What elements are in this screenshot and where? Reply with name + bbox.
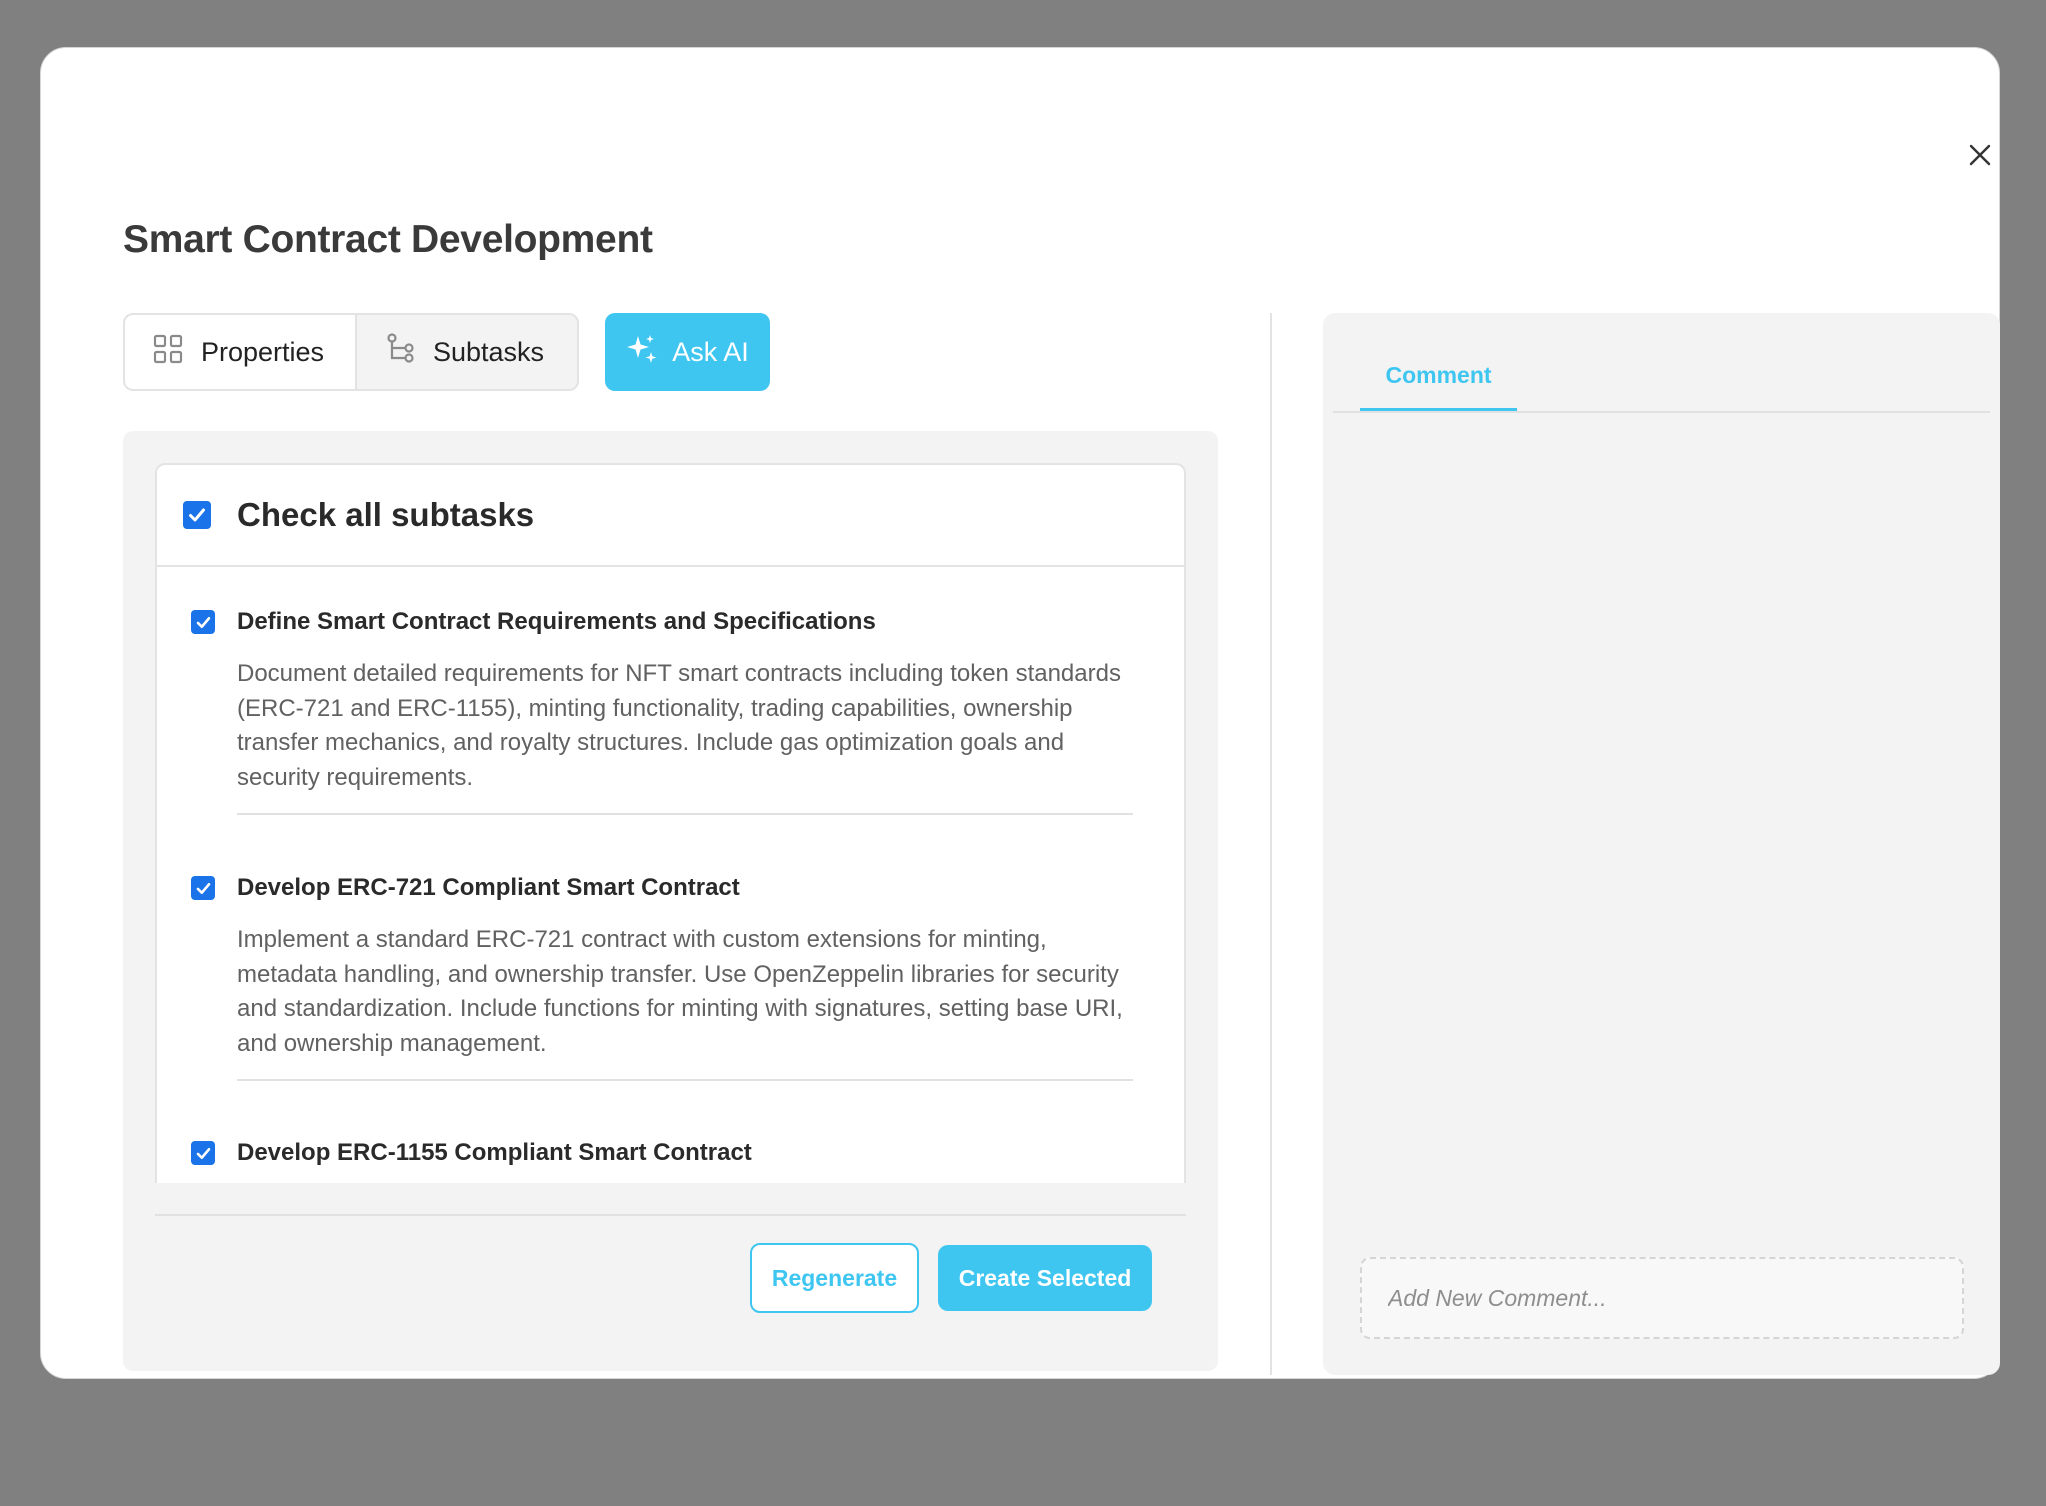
comments-panel: Comment [1323, 313, 2000, 1375]
checkmark-icon [196, 882, 210, 894]
subtask-checkbox[interactable] [191, 1141, 215, 1165]
subtask-list[interactable]: Check all subtasks Define Smart Contract… [155, 463, 1186, 1183]
check-all-label: Check all subtasks [237, 496, 535, 533]
view-tabs: Properties Subtasks [123, 313, 579, 391]
subtask-title: Define Smart Contract Requirements and S… [237, 608, 876, 635]
ask-ai-label: Ask AI [672, 336, 749, 367]
tab-properties-label: Properties [201, 336, 325, 367]
tab-subtasks[interactable]: Subtasks [357, 315, 577, 389]
check-all-row: Check all subtasks [157, 465, 1184, 567]
ask-ai-button[interactable]: Ask AI [605, 313, 770, 391]
subtask-title: Develop ERC-721 Compliant Smart Contract [237, 874, 740, 901]
comment-tabs: Comment [1333, 343, 1990, 413]
comment-input[interactable] [1360, 1257, 1964, 1339]
item-divider [237, 813, 1133, 815]
subtask-title: Develop ERC-1155 Compliant Smart Contrac… [237, 1139, 752, 1166]
item-divider [237, 1079, 1133, 1081]
task-modal: Smart Contract Development Properties Su… [40, 47, 2000, 1379]
close-icon [1969, 144, 1991, 171]
grid-icon [153, 334, 183, 371]
checkmark-icon [189, 508, 205, 522]
tab-properties[interactable]: Properties [125, 315, 357, 389]
list-item: Define Smart Contract Requirements and S… [157, 605, 1137, 815]
panel-divider [1270, 313, 1272, 1375]
ai-subtasks-panel: Check all subtasks Define Smart Contract… [123, 431, 1218, 1371]
subtask-checkbox[interactable] [191, 876, 215, 900]
check-all-checkbox[interactable] [183, 501, 211, 529]
checkmark-icon [196, 1147, 210, 1159]
tab-comment[interactable]: Comment [1360, 343, 1517, 411]
actions-divider [155, 1214, 1186, 1216]
list-item: Develop ERC-721 Compliant Smart Contract… [157, 871, 1137, 1081]
subtasks-tree-icon [385, 332, 415, 372]
close-button[interactable] [1961, 138, 1999, 176]
subtask-description: Document detailed requirements for NFT s… [237, 660, 1121, 791]
subtask-checkbox[interactable] [191, 610, 215, 634]
list-item: Develop ERC-1155 Compliant Smart Contrac… [157, 1136, 752, 1170]
page-title: Smart Contract Development [123, 218, 653, 261]
regenerate-button[interactable]: Regenerate [750, 1243, 919, 1313]
tab-subtasks-label: Subtasks [433, 336, 545, 367]
subtask-description: Implement a standard ERC-721 contract wi… [237, 926, 1123, 1057]
checkmark-icon [196, 616, 210, 628]
create-selected-button[interactable]: Create Selected [938, 1245, 1152, 1311]
sparkles-icon [626, 333, 658, 372]
